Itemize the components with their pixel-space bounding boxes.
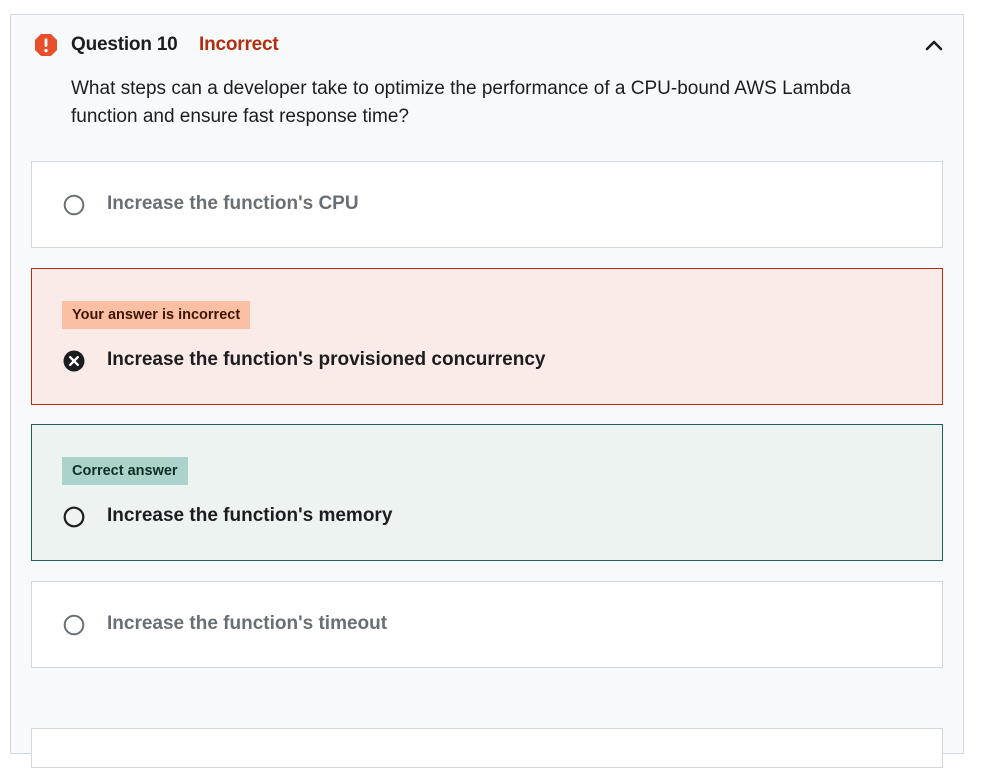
answer-option[interactable]: Increase the function's CPU <box>31 161 943 248</box>
alert-icon <box>35 34 57 56</box>
radio-empty-icon[interactable] <box>63 614 85 636</box>
question-card: Question 10 Incorrect What steps can a d… <box>10 14 964 768</box>
question-text: What steps can a developer take to optim… <box>71 78 851 127</box>
question-status: Incorrect <box>199 34 279 55</box>
question-number: Question 10 <box>71 34 178 55</box>
x-circle-icon[interactable] <box>63 350 85 372</box>
incorrect-badge: Your answer is incorrect <box>62 301 251 329</box>
answer-option-label: Increase the function's memory <box>107 505 393 526</box>
radio-empty-icon[interactable] <box>63 194 85 216</box>
answer-option[interactable]: Increase the function's timeout <box>31 581 943 668</box>
radio-empty-icon[interactable] <box>63 506 85 528</box>
correct-badge: Correct answer <box>62 457 188 485</box>
next-card-edge <box>31 728 943 768</box>
chevron-up-icon[interactable] <box>923 34 945 56</box>
answer-option-label: Increase the function's timeout <box>107 613 388 634</box>
answer-option-correct[interactable]: Correct answer Increase the function's m… <box>31 424 943 561</box>
answer-option-incorrect[interactable]: Your answer is incorrect Increase the fu… <box>31 268 943 405</box>
answer-option-label: Increase the function's provisioned conc… <box>107 349 546 370</box>
answer-option-label: Increase the function's CPU <box>107 193 359 214</box>
question-header[interactable]: Question 10 Incorrect <box>11 15 963 77</box>
